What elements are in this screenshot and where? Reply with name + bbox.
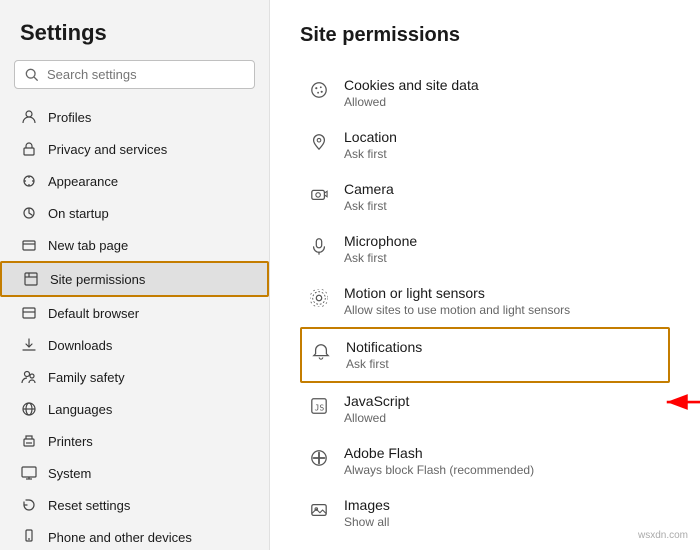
sidebar-item-label-on-startup: On startup	[48, 206, 109, 221]
svg-text:JS: JS	[315, 403, 325, 413]
permission-name-notifications: Notifications	[346, 339, 422, 355]
permission-item-adobe-flash[interactable]: Adobe Flash Always block Flash (recommend…	[300, 435, 670, 487]
permission-text-javascript: JavaScript Allowed	[344, 393, 409, 425]
microphone-icon	[308, 235, 330, 257]
camera-icon	[308, 183, 330, 205]
permission-text-images: Images Show all	[344, 497, 390, 529]
sidebar-item-new-tab[interactable]: New tab page	[0, 229, 269, 261]
sidebar-item-label-default-browser: Default browser	[48, 306, 139, 321]
permission-item-images[interactable]: Images Show all	[300, 487, 670, 539]
sidebar-item-label-printers: Printers	[48, 434, 93, 449]
search-input[interactable]	[47, 67, 244, 82]
permission-sub-motion: Allow sites to use motion and light sens…	[344, 303, 570, 317]
sidebar-item-on-startup[interactable]: On startup	[0, 197, 269, 229]
permission-sub-adobe-flash: Always block Flash (recommended)	[344, 463, 534, 477]
permission-text-motion: Motion or light sensors Allow sites to us…	[344, 285, 570, 317]
sidebar-item-label-downloads: Downloads	[48, 338, 112, 353]
permission-sub-location: Ask first	[344, 147, 397, 161]
permission-sub-images: Show all	[344, 515, 390, 529]
motion-icon	[308, 287, 330, 309]
permission-name-motion: Motion or light sensors	[344, 285, 570, 301]
privacy-icon	[20, 140, 38, 158]
permissions-list: Cookies and site data Allowed Location Ask …	[300, 67, 670, 539]
sidebar-item-default-browser[interactable]: Default browser	[0, 297, 269, 329]
permissions-container: Cookies and site data Allowed Location Ask …	[300, 67, 670, 539]
reset-icon	[20, 496, 38, 514]
permission-sub-microphone: Ask first	[344, 251, 417, 265]
nav-list: Profiles Privacy and services Appearance On…	[0, 101, 269, 550]
sidebar-item-label-appearance: Appearance	[48, 174, 118, 189]
default-browser-icon	[20, 304, 38, 322]
printers-icon	[20, 432, 38, 450]
permission-name-javascript: JavaScript	[344, 393, 409, 409]
profiles-icon	[20, 108, 38, 126]
content-title: Site permissions	[300, 24, 670, 47]
permission-name-microphone: Microphone	[344, 233, 417, 249]
content-panel: Site permissions Cookies and site data Al…	[270, 0, 700, 550]
sidebar-item-downloads[interactable]: Downloads	[0, 329, 269, 361]
sidebar-item-printers[interactable]: Printers	[0, 425, 269, 457]
search-icon	[25, 68, 39, 82]
permission-sub-camera: Ask first	[344, 199, 394, 213]
sidebar-item-label-site-permissions: Site permissions	[50, 272, 145, 287]
permission-item-javascript[interactable]: JS JavaScript Allowed	[300, 383, 670, 435]
sidebar-item-phone[interactable]: Phone and other devices	[0, 521, 269, 550]
permission-name-images: Images	[344, 497, 390, 513]
languages-icon	[20, 400, 38, 418]
sidebar-item-label-privacy: Privacy and services	[48, 142, 167, 157]
cookies-icon	[308, 79, 330, 101]
permission-name-location: Location	[344, 129, 397, 145]
phone-icon	[20, 528, 38, 546]
permission-item-notifications[interactable]: Notifications Ask first	[300, 327, 670, 383]
permission-item-camera[interactable]: Camera Ask first	[300, 171, 670, 223]
sidebar-item-label-family-safety: Family safety	[48, 370, 125, 385]
permission-text-camera: Camera Ask first	[344, 181, 394, 213]
permission-item-motion[interactable]: Motion or light sensors Allow sites to us…	[300, 275, 670, 327]
notifications-icon	[310, 341, 332, 363]
new-tab-icon	[20, 236, 38, 254]
downloads-icon	[20, 336, 38, 354]
permission-item-location[interactable]: Location Ask first	[300, 119, 670, 171]
location-icon	[308, 131, 330, 153]
sidebar-item-system[interactable]: System	[0, 457, 269, 489]
appearance-icon	[20, 172, 38, 190]
permission-name-cookies: Cookies and site data	[344, 77, 479, 93]
family-safety-icon	[20, 368, 38, 386]
permission-sub-cookies: Allowed	[344, 95, 479, 109]
sidebar-item-label-languages: Languages	[48, 402, 112, 417]
sidebar-item-privacy[interactable]: Privacy and services	[0, 133, 269, 165]
javascript-icon: JS	[308, 395, 330, 417]
permission-sub-notifications: Ask first	[346, 357, 422, 371]
permission-text-microphone: Microphone Ask first	[344, 233, 417, 265]
sidebar-item-label-profiles: Profiles	[48, 110, 91, 125]
sidebar: Settings Profiles Privacy and services App…	[0, 0, 270, 550]
sidebar-item-label-new-tab: New tab page	[48, 238, 128, 253]
search-box[interactable]	[14, 60, 255, 89]
sidebar-item-reset[interactable]: Reset settings	[0, 489, 269, 521]
sidebar-item-label-reset: Reset settings	[48, 498, 130, 513]
sidebar-item-site-permissions[interactable]: Site permissions	[0, 261, 269, 297]
sidebar-item-label-phone: Phone and other devices	[48, 530, 192, 545]
images-icon	[308, 499, 330, 521]
sidebar-item-languages[interactable]: Languages	[0, 393, 269, 425]
permission-text-cookies: Cookies and site data Allowed	[344, 77, 479, 109]
adobe-flash-icon	[308, 447, 330, 469]
site-permissions-icon	[22, 270, 40, 288]
permission-item-microphone[interactable]: Microphone Ask first	[300, 223, 670, 275]
permission-name-adobe-flash: Adobe Flash	[344, 445, 534, 461]
permission-sub-javascript: Allowed	[344, 411, 409, 425]
permission-text-location: Location Ask first	[344, 129, 397, 161]
sidebar-title: Settings	[0, 20, 269, 60]
sidebar-item-family-safety[interactable]: Family safety	[0, 361, 269, 393]
permission-text-adobe-flash: Adobe Flash Always block Flash (recommend…	[344, 445, 534, 477]
permission-name-camera: Camera	[344, 181, 394, 197]
sidebar-item-label-system: System	[48, 466, 91, 481]
watermark: wsxdn.com	[634, 529, 692, 542]
permission-item-cookies[interactable]: Cookies and site data Allowed	[300, 67, 670, 119]
sidebar-item-profiles[interactable]: Profiles	[0, 101, 269, 133]
permission-text-notifications: Notifications Ask first	[346, 339, 422, 371]
system-icon	[20, 464, 38, 482]
sidebar-item-appearance[interactable]: Appearance	[0, 165, 269, 197]
on-startup-icon	[20, 204, 38, 222]
